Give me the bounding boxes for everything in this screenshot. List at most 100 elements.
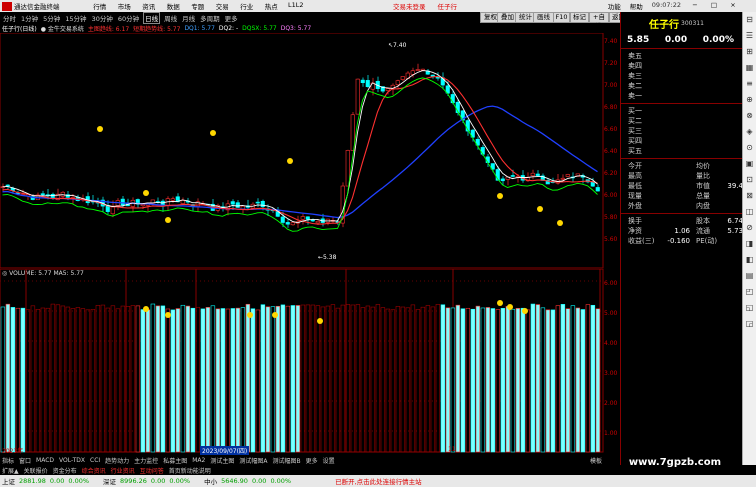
candlestick-svg[interactable]: ↖7.40 ←5.38 [0, 33, 620, 269]
help-menu[interactable]: 帮助 [630, 1, 643, 11]
toolstrip-icon[interactable]: ◱ [743, 300, 756, 316]
indicator-tab[interactable]: 趋势动力 [105, 456, 129, 465]
info-tab[interactable]: 首页新动能说明 [169, 466, 211, 475]
info-tab[interactable]: 关联报价 [24, 466, 48, 475]
toolstrip-icon[interactable]: ☰ [743, 28, 756, 44]
indicator-tab[interactable]: 设置 [323, 456, 335, 465]
volume-bar [170, 309, 176, 453]
period-tab[interactable]: 月线 [181, 13, 196, 23]
period-tab[interactable]: 分时 [2, 13, 17, 23]
toolstrip-icon[interactable]: ◲ [743, 316, 756, 332]
toolstrip-icon[interactable]: ◨ [743, 236, 756, 252]
toolstrip-icon[interactable]: ⊠ [743, 188, 756, 204]
toolstrip-icon[interactable]: ◫ [743, 204, 756, 220]
period-tab[interactable]: 30分钟 [91, 13, 114, 23]
quote-row: 最高 量比 [628, 172, 710, 180]
menu-item-data[interactable]: 数据 [161, 1, 186, 11]
close-icon[interactable]: × [728, 1, 738, 11]
menu-item-hot[interactable]: 热点 [259, 1, 284, 11]
toolstrip-icon[interactable]: ▣ [743, 156, 756, 172]
candle-body [315, 220, 320, 224]
menu-item-l1l2[interactable]: L1L2 [284, 1, 309, 11]
connection-status[interactable]: 已断开,点击此处连接行情主站 [335, 476, 422, 486]
draw-button[interactable]: 画线 [533, 12, 554, 23]
toolstrip-icon[interactable]: ⊘ [743, 220, 756, 236]
trade-login-link[interactable]: 交易未登录 [393, 1, 426, 11]
candle-body [530, 172, 535, 177]
toolstrip-icon[interactable]: ⊞ [743, 44, 756, 60]
indicator-tab[interactable]: 指标 [2, 456, 14, 465]
toolstrip-icon[interactable]: ⊟ [743, 12, 756, 28]
menu-item-trade[interactable]: 交易 [210, 1, 235, 11]
indicator-tab[interactable]: 主力监控 [134, 456, 158, 465]
candle-body [230, 201, 235, 205]
minimize-icon[interactable]: − [690, 1, 700, 11]
candlestick-chart[interactable]: ↖7.40 ←5.38 [0, 33, 620, 269]
maximize-icon[interactable]: □ [709, 1, 719, 11]
indicator-tab[interactable]: 私募主图 [163, 456, 187, 465]
info-tab[interactable]: 互动问答 [140, 466, 164, 475]
function-menu[interactable]: 功能 [608, 1, 621, 11]
period-tab[interactable]: 5分钟 [42, 13, 61, 23]
volume-bar [505, 306, 511, 453]
f10-button[interactable]: F10 [553, 12, 570, 23]
indicator-system-name[interactable]: ● 金牛交易系统 [41, 24, 84, 33]
candle-body [360, 79, 365, 84]
period-tab[interactable]: 多周期 [199, 13, 221, 23]
volume-svg[interactable] [0, 269, 620, 453]
volume-bar [525, 309, 531, 453]
info-tab[interactable]: 资金分布 [53, 466, 77, 475]
indicator-tab[interactable]: 测试主图 [210, 456, 234, 465]
indicator-tab[interactable]: 测试幅图A [239, 456, 267, 465]
indicator-tab[interactable]: 更多 [306, 456, 318, 465]
info-tab[interactable]: 综合资讯 [82, 466, 106, 475]
info-tab[interactable]: 行业资讯 [111, 466, 135, 475]
indicator-tab[interactable]: CCI [90, 457, 100, 464]
period-tab-more[interactable]: 更多 [224, 13, 239, 23]
period-tab[interactable]: 周线 [163, 13, 178, 23]
toolstrip-icon[interactable]: ≡ [743, 76, 756, 92]
period-tab-daily[interactable]: 日线 [143, 11, 161, 24]
toolstrip-icon[interactable]: ▤ [743, 268, 756, 284]
period-tab[interactable]: 60分钟 [117, 13, 140, 23]
menu-item-hq[interactable]: 行情 [88, 1, 113, 11]
indicator-tab[interactable]: 窗口 [19, 456, 31, 465]
mark-button[interactable]: 标记 [570, 12, 589, 23]
toolstrip-icon[interactable]: ▦ [743, 60, 756, 76]
add-watchlist-button[interactable]: +自选 [589, 12, 609, 30]
menu-item-news[interactable]: 资讯 [137, 1, 162, 11]
y-axis-label: 5.80 [604, 214, 618, 221]
toolstrip-icon[interactable]: ⊡ [743, 172, 756, 188]
toolstrip-icon[interactable]: ⊙ [743, 140, 756, 156]
smiley-marker-icon [210, 130, 216, 136]
toolstrip-icon[interactable]: ◰ [743, 284, 756, 300]
volume-bar [325, 305, 331, 453]
toolstrip-icon[interactable]: ⊗ [743, 108, 756, 124]
toolstrip-icon[interactable]: ⊕ [743, 92, 756, 108]
menu-item-industry[interactable]: 行业 [235, 1, 260, 11]
indicator-tab[interactable]: 测试幅图B [272, 456, 300, 465]
info-tab[interactable]: 扩展▲ [2, 466, 19, 475]
smiley-marker-icon [165, 217, 171, 223]
bid-level: 买一 [628, 107, 642, 115]
index-sh-label[interactable]: 上证 [2, 476, 15, 486]
volume-bar [385, 308, 391, 453]
indicator-tab[interactable]: VOL-TDX [59, 457, 85, 464]
candle-body [290, 222, 295, 226]
menu-item-topic[interactable]: 专题 [186, 1, 211, 11]
ask-level: 卖五 [628, 52, 642, 60]
index-zx-label[interactable]: 中小 [204, 476, 217, 486]
menu-item-market[interactable]: 市场 [112, 1, 137, 11]
toolstrip-icon[interactable]: ◧ [743, 252, 756, 268]
period-tab[interactable]: 15分钟 [64, 13, 87, 23]
promo-stock-link[interactable]: 任子行 [438, 1, 458, 11]
volume-chart[interactable] [0, 269, 620, 453]
bid-level: 买四 [628, 137, 642, 145]
indicator-tab[interactable]: MACD [36, 457, 54, 464]
toolstrip-icon[interactable]: ◈ [743, 124, 756, 140]
volume-bar [240, 307, 246, 453]
period-tab[interactable]: 1分钟 [20, 13, 39, 23]
index-sz-label[interactable]: 深证 [103, 476, 116, 486]
indicator-tab[interactable]: MA2 [192, 457, 205, 464]
template-button[interactable]: 模板 [590, 456, 602, 465]
